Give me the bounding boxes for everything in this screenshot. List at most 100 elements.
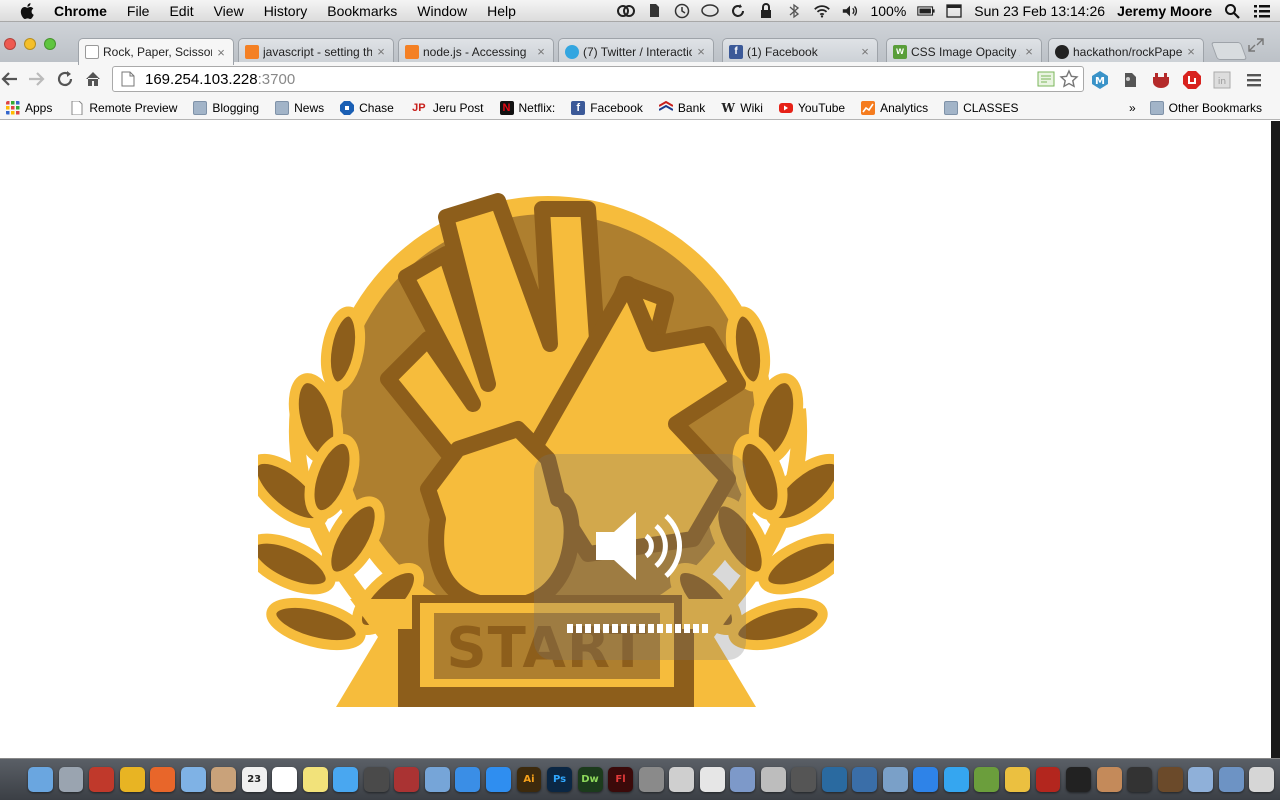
calculator-icon[interactable]	[760, 767, 786, 792]
window-zoom-button[interactable]	[44, 38, 56, 50]
close-icon[interactable]: ×	[1023, 44, 1035, 59]
image-capture-icon[interactable]	[791, 767, 817, 792]
finder-icon[interactable]	[28, 767, 53, 792]
photo-booth-icon[interactable]	[89, 767, 114, 792]
bookmark-jeru-post[interactable]: JP Jeru Post	[410, 101, 483, 115]
bookmark-wiki[interactable]: W Wiki	[721, 101, 763, 115]
messages-icon[interactable]	[333, 767, 359, 792]
bookmarks-overflow-button[interactable]: »	[1129, 101, 1136, 115]
close-icon[interactable]: ×	[535, 44, 547, 59]
evernote-extension-icon[interactable]	[1120, 70, 1140, 90]
tab-javascript-setting[interactable]: javascript - setting the ×	[238, 38, 394, 64]
evernote-icon[interactable]	[645, 3, 663, 19]
menu-file[interactable]: File	[117, 0, 160, 22]
window-close-button[interactable]	[4, 38, 16, 50]
tab-facebook[interactable]: f (1) Facebook ×	[722, 38, 878, 64]
sync-icon[interactable]	[729, 3, 747, 19]
keynote-icon[interactable]	[669, 767, 695, 792]
volume-status-icon[interactable]	[841, 3, 859, 19]
menu-edit[interactable]: Edit	[159, 0, 203, 22]
clock[interactable]: Sun 23 Feb 13:14:26	[974, 3, 1105, 19]
chrome-menu-icon[interactable]	[1244, 70, 1264, 90]
menu-window[interactable]: Window	[407, 0, 477, 22]
flash-icon[interactable]: Fl	[608, 767, 634, 792]
evernote-icon[interactable]	[974, 767, 1000, 792]
network-icon[interactable]	[882, 767, 908, 792]
bookmark-remote-preview[interactable]: Remote Preview	[70, 100, 177, 115]
sourcetree-icon[interactable]	[1005, 767, 1030, 792]
reload-button[interactable]	[55, 69, 75, 89]
automator-icon[interactable]	[638, 767, 664, 792]
calendar-icon[interactable]: 23	[241, 767, 267, 792]
character-icon[interactable]	[1096, 767, 1122, 792]
bookmark-chase[interactable]: Chase	[340, 100, 394, 115]
iphoto-icon[interactable]	[424, 767, 450, 792]
tab-rock-paper-scissors[interactable]: Rock, Paper, Scissors ×	[78, 38, 234, 65]
back-button[interactable]	[0, 69, 20, 89]
other-bookmarks[interactable]: Other Bookmarks	[1149, 100, 1262, 115]
terminal-icon[interactable]	[1066, 767, 1091, 792]
bluetooth-icon[interactable]	[785, 3, 803, 19]
user-name[interactable]: Jeremy Moore	[1117, 3, 1212, 19]
illustrator-icon[interactable]: Ai	[516, 767, 542, 792]
contacts-icon[interactable]	[211, 767, 237, 792]
bookmark-blogging[interactable]: Blogging	[193, 100, 259, 115]
bookmark-youtube[interactable]: YouTube	[778, 101, 845, 115]
launchpad-icon[interactable]	[58, 767, 84, 792]
tab-nodejs-accessing[interactable]: node.js - Accessing ×	[398, 38, 554, 64]
bookmark-classes[interactable]: CLASSES	[944, 100, 1018, 115]
photoshop-icon[interactable]: Ps	[547, 767, 572, 792]
activity-monitor-icon[interactable]	[1127, 767, 1153, 792]
utility-icon[interactable]	[852, 767, 878, 792]
messages-status-icon[interactable]	[701, 3, 720, 19]
calendar-menu-icon[interactable]	[945, 3, 963, 19]
grapher-icon[interactable]	[730, 767, 756, 792]
maxthon-extension-icon[interactable]: M	[1090, 70, 1110, 90]
fullscreen-icon[interactable]	[1248, 38, 1264, 52]
firefox-icon[interactable]	[150, 767, 176, 792]
reminders-icon[interactable]	[272, 767, 298, 792]
pocket-extension-icon[interactable]	[1151, 70, 1171, 90]
bookmark-apps[interactable]: Apps	[6, 100, 52, 115]
itunes-icon[interactable]	[455, 767, 481, 792]
safari-icon[interactable]	[913, 767, 939, 792]
rss-extension-icon[interactable]	[1037, 71, 1055, 87]
apple-menu-icon[interactable]	[18, 1, 38, 21]
facetime-icon[interactable]	[363, 767, 389, 792]
close-icon[interactable]: ×	[215, 45, 227, 60]
bookmark-netflix[interactable]: N Netflix:	[499, 100, 555, 115]
bookmark-facebook[interactable]: f Facebook	[571, 100, 643, 115]
dreamweaver-icon[interactable]: Dw	[577, 767, 603, 792]
home-button[interactable]	[83, 69, 103, 89]
bookmark-bank[interactable]: Bank	[658, 100, 705, 115]
close-icon[interactable]: ×	[1185, 44, 1197, 59]
battery-icon[interactable]	[917, 3, 935, 19]
adblock-extension-icon[interactable]	[1182, 70, 1202, 90]
twitter-icon[interactable]	[943, 767, 969, 792]
tab-twitter-interactions[interactable]: (7) Twitter / Interactions ×	[558, 38, 714, 64]
chess-icon[interactable]	[1157, 767, 1183, 792]
trash-icon[interactable]	[1249, 767, 1275, 792]
creative-cloud-icon[interactable]	[617, 3, 636, 19]
photo-booth-2-icon[interactable]	[394, 767, 420, 792]
time-machine-icon[interactable]	[673, 3, 691, 19]
tab-github-hackathon[interactable]: hackathon/rockPaper ×	[1048, 38, 1204, 64]
bookmark-star-icon[interactable]	[1059, 69, 1079, 89]
lock-icon[interactable]	[757, 2, 775, 19]
close-icon[interactable]: ×	[375, 44, 387, 59]
address-bar[interactable]: 169.254.103.228:3700	[112, 66, 1084, 92]
menu-help[interactable]: Help	[477, 0, 526, 22]
downloads-icon[interactable]	[1218, 767, 1244, 792]
menu-bookmarks[interactable]: Bookmarks	[317, 0, 407, 22]
filezilla-icon[interactable]	[1035, 767, 1061, 792]
bookmark-analytics[interactable]: Analytics	[861, 100, 928, 115]
close-icon[interactable]: ×	[695, 44, 707, 59]
forward-button[interactable]	[26, 69, 46, 89]
notification-center-icon[interactable]	[1252, 3, 1272, 19]
close-icon[interactable]: ×	[859, 44, 871, 59]
spotlight-icon[interactable]	[1223, 3, 1241, 19]
new-tab-button[interactable]	[1210, 42, 1248, 60]
screen-sharing-icon[interactable]	[821, 767, 847, 792]
chrome-icon[interactable]	[119, 767, 145, 792]
bookmark-news[interactable]: News	[275, 100, 324, 115]
